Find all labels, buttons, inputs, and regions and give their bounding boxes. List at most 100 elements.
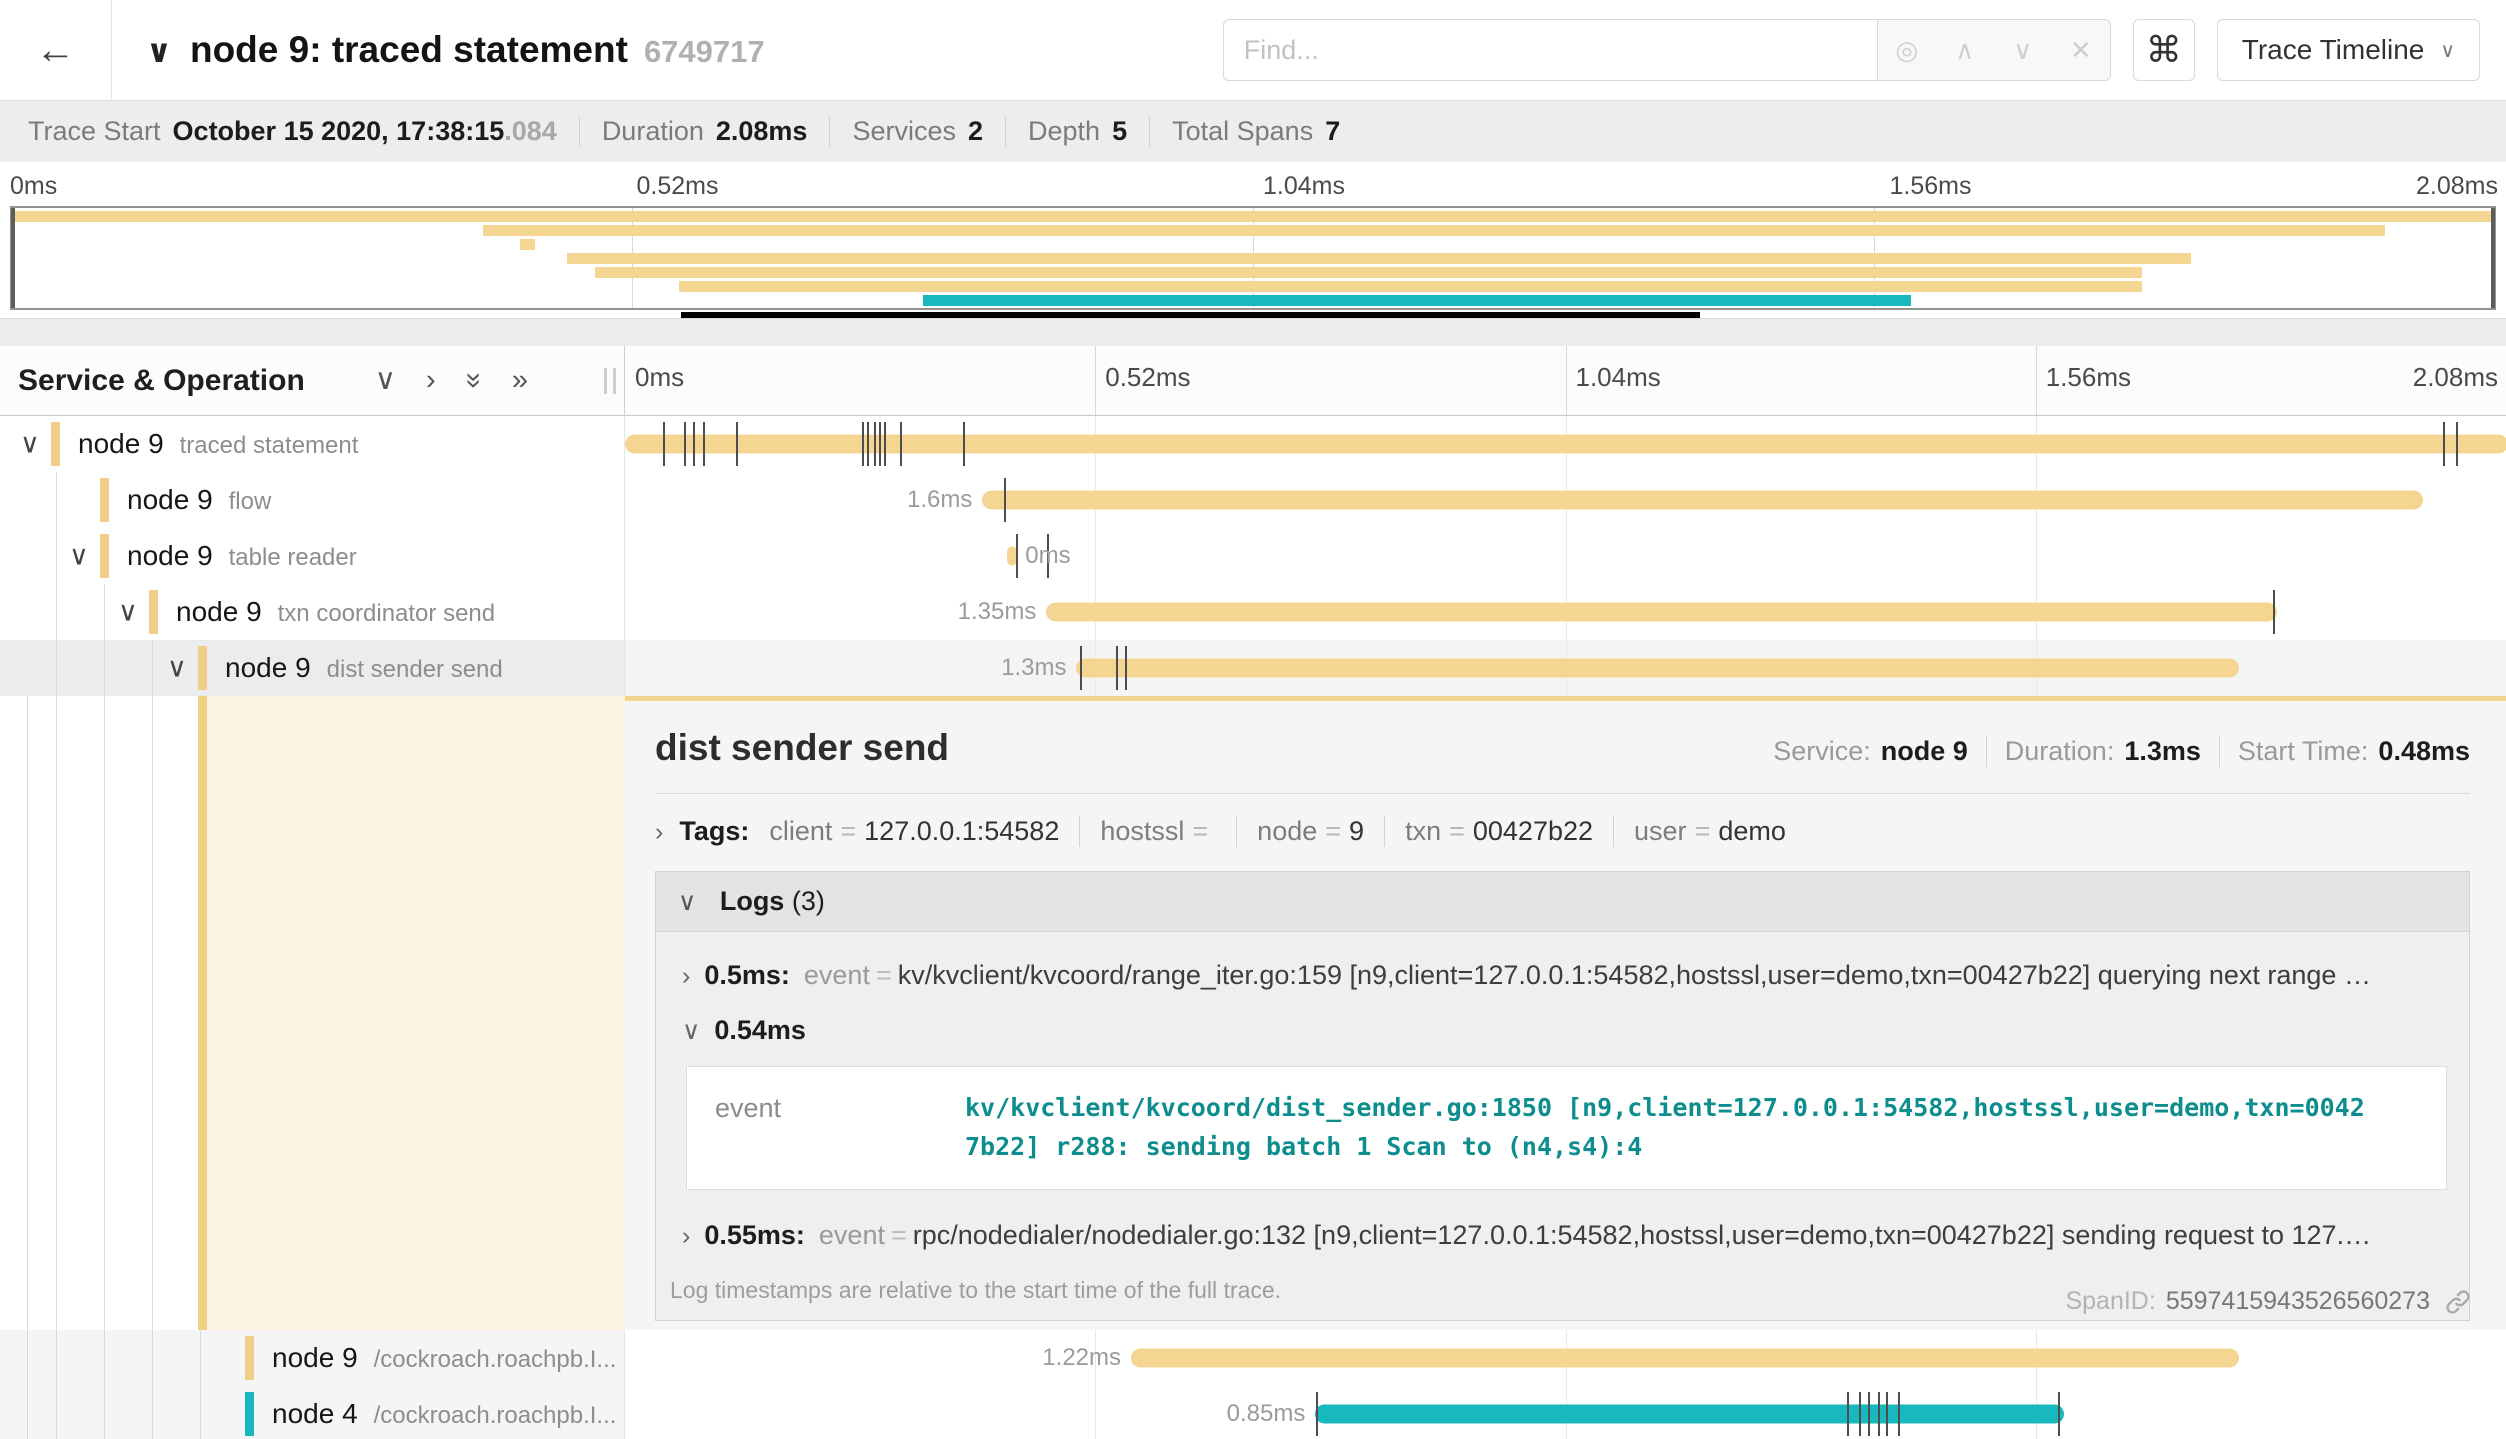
selected-span-subtree-fill	[207, 696, 625, 1330]
operation-name: flow	[229, 488, 272, 516]
log-entry[interactable]: ∨0.54ms	[656, 993, 2469, 1048]
find-next-button[interactable]: ∨	[1994, 20, 2052, 80]
tree-guide-line	[56, 472, 57, 528]
span-row[interactable]: ∨node 9dist sender send 1.3ms	[0, 640, 2506, 696]
tree-guide-line	[56, 528, 57, 584]
log-marker-tick	[900, 422, 902, 466]
link-icon[interactable]	[2444, 1288, 2472, 1316]
log-marker-tick	[862, 422, 864, 466]
span-collapse-chevron-icon[interactable]: ∨	[69, 541, 89, 572]
log-entry[interactable]: ›0.55ms:event=rpc/nodedialer/nodedialer.…	[656, 1198, 2469, 1253]
span-collapse-chevron-icon[interactable]: ∨	[167, 653, 187, 684]
tree-guide-line	[152, 1330, 153, 1386]
service-color-strip	[245, 1336, 254, 1380]
detail-meta-item: Service:node 9	[1755, 736, 1987, 767]
minimap-span-bar	[483, 225, 2385, 236]
span-timeline-cell[interactable]	[625, 416, 2506, 472]
span-labels: node 9txn coordinator send	[176, 596, 495, 628]
log-timestamp: 0.54ms	[714, 1015, 806, 1045]
span-duration-bar[interactable]	[1315, 1405, 2064, 1424]
span-collapse-chevron-icon[interactable]: ∨	[118, 597, 138, 628]
span-name-cell[interactable]: ∨ node 9txn coordinator send	[0, 584, 625, 640]
span-duration-bar[interactable]	[625, 435, 2506, 454]
ruler-tick-label: 1.56ms	[2046, 362, 2131, 393]
span-row[interactable]: ∨node 9table reader0ms	[0, 528, 2506, 584]
tree-guide-line	[56, 584, 57, 640]
summary-item: Total Spans7	[1150, 116, 1362, 147]
keyboard-shortcuts-button[interactable]: ⌘	[2133, 19, 2195, 81]
expand-all-icon[interactable]: »	[512, 366, 528, 395]
span-duration-bar[interactable]	[982, 491, 2423, 510]
find-locate-button[interactable]: ◎	[1878, 20, 1936, 80]
gridline	[1095, 1386, 1096, 1439]
service-color-strip	[100, 534, 109, 578]
span-timeline-cell[interactable]: 0.85ms	[625, 1386, 2506, 1439]
column-resizer-grip[interactable]	[604, 368, 616, 394]
logs-header[interactable]: ∨ Logs (3)	[656, 872, 2469, 932]
span-timeline-cell[interactable]: 1.22ms	[625, 1330, 2506, 1386]
equals-sign: =	[1695, 816, 1711, 847]
collapse-one-icon[interactable]: ∨	[375, 366, 396, 395]
back-button[interactable]: ←	[0, 0, 112, 100]
tag-item: user=demo	[1614, 816, 1806, 847]
operation-name: dist sender send	[327, 656, 503, 684]
find-input[interactable]	[1223, 19, 1878, 81]
tag-item: client=127.0.0.1:54582	[769, 816, 1080, 847]
minimap-span-bar	[679, 281, 2142, 292]
tree-guide-line	[200, 1386, 201, 1439]
minimap-scroll-thumb[interactable]	[681, 312, 1700, 318]
summary-bar: Trace StartOctober 15 2020, 17:38:15.084…	[0, 100, 2506, 162]
find-clear-button[interactable]: ✕	[2052, 20, 2110, 80]
span-timeline-cell[interactable]: 0ms	[625, 528, 2506, 584]
chevron-down-icon: ∨	[2013, 35, 2032, 66]
span-row[interactable]: ∨ node 9txn coordinator send 1.35ms	[0, 584, 2506, 640]
span-timeline-cell[interactable]: 1.35ms	[625, 584, 2506, 640]
tree-guide-line	[27, 696, 28, 1330]
span-collapse-chevron-icon[interactable]: ∨	[20, 429, 40, 460]
minimap-drag-handle[interactable]	[11, 208, 15, 308]
span-name-cell[interactable]: ∨node 9traced statement	[0, 416, 625, 472]
log-marker-tick	[1847, 1392, 1849, 1436]
trace-view-select[interactable]: Trace Timeline ∨	[2217, 19, 2480, 81]
expand-one-icon[interactable]: ›	[426, 366, 436, 395]
span-row[interactable]: node 9flow 1.6ms	[0, 472, 2506, 528]
span-name-cell[interactable]: ∨node 9dist sender send	[0, 640, 625, 696]
tree-guide-line	[104, 1386, 105, 1439]
span-duration-label: 1.22ms	[1042, 1344, 1121, 1372]
operation-name: /cockroach.roachpb.I...	[374, 1402, 617, 1430]
collapse-all-icon[interactable]: »	[459, 372, 488, 388]
span-name-cell[interactable]: node 4/cockroach.roachpb.I...	[0, 1386, 625, 1439]
ruler-tick-label: 1.04ms	[1576, 362, 1661, 393]
detail-meta-value: 0.48ms	[2378, 736, 2470, 767]
detail-meta-value: node 9	[1881, 736, 1968, 767]
equals-sign: =	[891, 1220, 907, 1250]
span-duration-label: 1.3ms	[1001, 654, 1066, 682]
tags-row[interactable]: › Tags: client=127.0.0.1:54582hostssl=no…	[655, 816, 2470, 847]
tag-item: node=9	[1237, 816, 1385, 847]
equals-sign: =	[1192, 816, 1208, 847]
minimap-drag-handle[interactable]	[2491, 208, 2495, 308]
span-row[interactable]: node 9/cockroach.roachpb.I... 1.22ms	[0, 1330, 2506, 1386]
span-duration-bar[interactable]	[1046, 603, 2276, 622]
tag-value: 127.0.0.1:54582	[864, 816, 1059, 847]
log-marker-tick	[884, 422, 886, 466]
span-name-cell[interactable]: ∨node 9table reader	[0, 528, 625, 584]
logs-section: ∨ Logs (3) ›0.5ms:event=kv/kvclient/kvco…	[655, 871, 2470, 1321]
span-timeline-cell[interactable]: 1.3ms	[625, 640, 2506, 696]
title-collapse-chevron-icon[interactable]: ∨	[146, 32, 172, 70]
span-name-cell[interactable]: node 9/cockroach.roachpb.I...	[0, 1330, 625, 1386]
find-buttons: ◎ ∧ ∨ ✕	[1878, 19, 2111, 81]
log-keyvalue-table: eventkv/kvclient/kvcoord/dist_sender.go:…	[686, 1066, 2447, 1190]
span-name-cell[interactable]: node 9flow	[0, 472, 625, 528]
minimap-canvas[interactable]	[10, 206, 2496, 310]
find-group: ◎ ∧ ∨ ✕	[1223, 19, 2111, 81]
span-row[interactable]: ∨node 9traced statement	[0, 416, 2506, 472]
span-row[interactable]: node 4/cockroach.roachpb.I...0.85ms	[0, 1386, 2506, 1439]
span-duration-bar[interactable]	[1131, 1349, 2239, 1368]
span-timeline-cell[interactable]: 1.6ms	[625, 472, 2506, 528]
log-entry[interactable]: ›0.5ms:event=kv/kvclient/kvcoord/range_i…	[656, 938, 2469, 993]
span-duration-label: 1.6ms	[907, 486, 972, 514]
log-marker-tick	[1316, 1392, 1318, 1436]
find-prev-button[interactable]: ∧	[1936, 20, 1994, 80]
span-duration-bar[interactable]	[1076, 659, 2239, 678]
